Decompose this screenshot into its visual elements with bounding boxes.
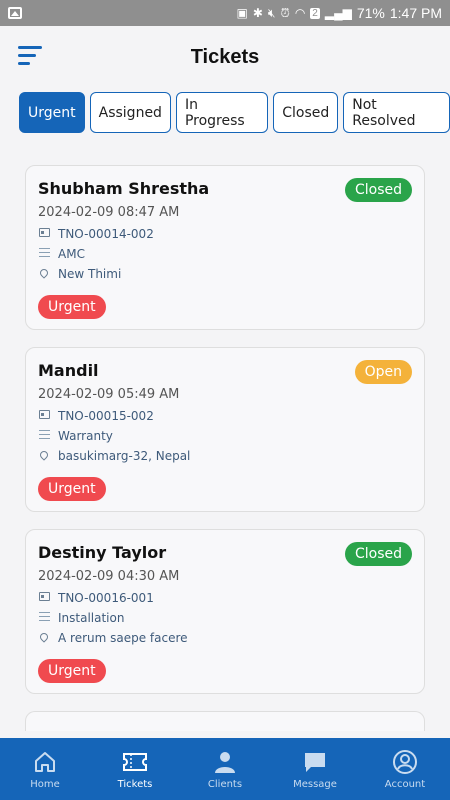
home-icon: [33, 749, 57, 775]
ticket-number-row: TNO-00015-002: [38, 408, 412, 424]
filter-urgent[interactable]: Urgent: [19, 92, 85, 133]
ticket-datetime: 2024-02-09 08:47 AM: [38, 205, 180, 220]
ticket-card-partial[interactable]: [25, 711, 425, 731]
person-icon: [213, 749, 237, 775]
ticket-datetime: 2024-02-09 05:49 AM: [38, 387, 180, 402]
ticket-card[interactable]: Shubham Shrestha Closed 2024-02-09 08:47…: [25, 165, 425, 330]
notification-count: 2: [310, 7, 320, 19]
ticket-type: AMC: [58, 247, 85, 261]
ticket-datetime: 2024-02-09 04:30 AM: [38, 569, 180, 584]
nav-account[interactable]: Account: [360, 749, 450, 790]
nav-home-label: Home: [30, 778, 60, 790]
bottom-nav: Home Tickets Clients Message Account: [0, 738, 450, 800]
ticket-location-row: New Thimi: [38, 266, 412, 282]
app-header: Tickets: [0, 26, 450, 88]
page-title: Tickets: [190, 45, 260, 68]
ticket-card[interactable]: Mandil Open 2024-02-09 05:49 AM TNO-0001…: [25, 347, 425, 512]
status-badge: Closed: [344, 178, 412, 202]
nav-clients-label: Clients: [207, 778, 243, 790]
message-icon: [303, 749, 327, 775]
list-icon: [38, 430, 50, 440]
ticket-type: Warranty: [58, 429, 113, 443]
ticket-icon: [122, 749, 148, 775]
filter-closed[interactable]: Closed: [273, 92, 339, 133]
ticket-location: A rerum saepe facere: [58, 631, 188, 645]
filter-not-resolved[interactable]: Not Resolved: [343, 92, 450, 133]
wifi-icon: ◠: [294, 6, 306, 20]
account-icon: [392, 749, 418, 775]
ticket-location: New Thimi: [58, 267, 122, 281]
nav-message-label: Message: [293, 778, 337, 790]
nav-message[interactable]: Message: [270, 749, 360, 790]
ticket-number: TNO-00016-001: [58, 591, 154, 605]
id-card-icon: [38, 228, 50, 237]
signal-icon: ▂▄▆: [324, 6, 352, 20]
priority-badge: Urgent: [38, 295, 106, 319]
ticket-type-row: Installation: [38, 610, 412, 626]
ticket-location-row: basukimarg-32, Nepal: [38, 448, 412, 464]
filter-tabs: Urgent Assigned In Progress Closed Not R…: [19, 92, 450, 133]
mute-icon: 🔇︎: [267, 5, 276, 20]
priority-badge: Urgent: [38, 477, 106, 501]
ticket-type-row: Warranty: [38, 428, 412, 444]
ticket-type: Installation: [58, 611, 125, 625]
nfc-icon: ▣: [236, 6, 248, 20]
bluetooth-icon: ✱: [252, 6, 263, 20]
location-pin-icon: [38, 267, 50, 279]
ticket-location-row: A rerum saepe facere: [38, 630, 412, 646]
nav-clients[interactable]: Clients: [180, 749, 270, 790]
status-bar: ▣ ✱ 🔇︎ ⏰︎ ◠ 2 ▂▄▆ 71% 1:47 PM: [0, 0, 450, 26]
ticket-number-row: TNO-00016-001: [38, 590, 412, 606]
menu-icon[interactable]: [18, 44, 44, 66]
list-icon: [38, 248, 50, 258]
ticket-list: Shubham Shrestha Closed 2024-02-09 08:47…: [25, 165, 425, 731]
status-time: 1:47 PM: [389, 5, 442, 21]
nav-tickets-label: Tickets: [117, 778, 153, 790]
nav-tickets[interactable]: Tickets: [90, 749, 180, 790]
nav-home[interactable]: Home: [0, 749, 90, 790]
gallery-notification-icon: [8, 7, 22, 19]
ticket-card[interactable]: Destiny Taylor Closed 2024-02-09 04:30 A…: [25, 529, 425, 694]
location-pin-icon: [38, 449, 50, 461]
ticket-location: basukimarg-32, Nepal: [58, 449, 191, 463]
filter-in-progress[interactable]: In Progress: [175, 92, 269, 133]
status-badge: Open: [354, 360, 412, 384]
status-badge: Closed: [344, 542, 412, 566]
priority-badge: Urgent: [38, 659, 106, 683]
ticket-number: TNO-00014-002: [58, 227, 154, 241]
alarm-icon: ⏰︎: [280, 5, 290, 20]
id-card-icon: [38, 410, 50, 419]
location-pin-icon: [38, 631, 50, 643]
ticket-number-row: TNO-00014-002: [38, 226, 412, 242]
ticket-number: TNO-00015-002: [58, 409, 154, 423]
nav-account-label: Account: [384, 778, 426, 790]
filter-assigned[interactable]: Assigned: [89, 92, 171, 133]
id-card-icon: [38, 592, 50, 601]
battery-level: 71%: [356, 5, 385, 21]
list-icon: [38, 612, 50, 622]
ticket-type-row: AMC: [38, 246, 412, 262]
